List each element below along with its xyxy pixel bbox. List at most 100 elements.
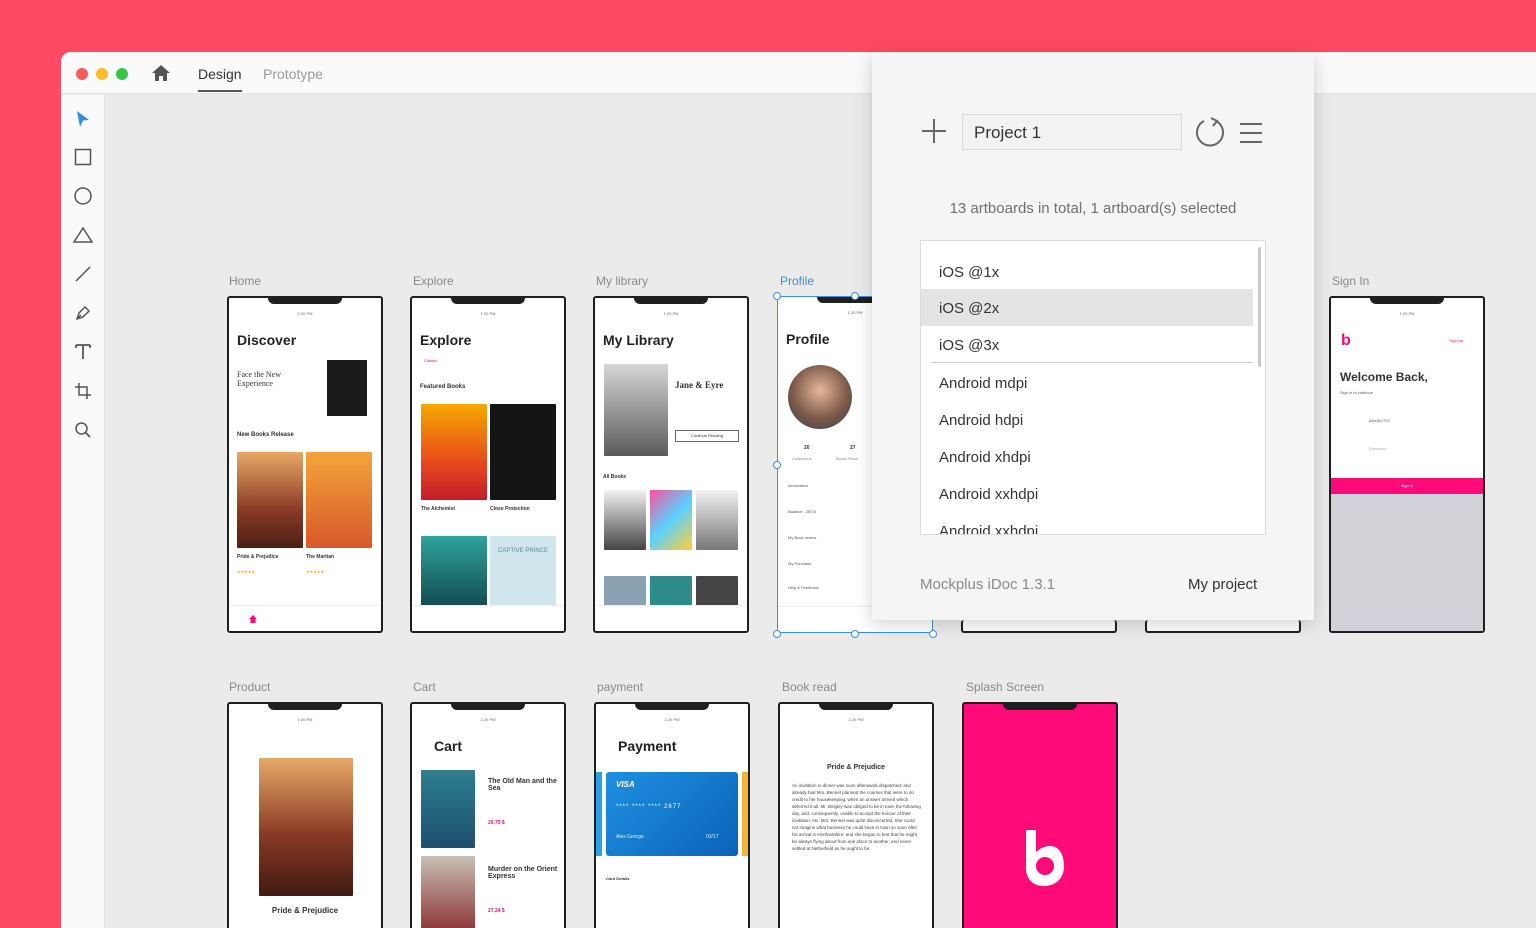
- list-scrollbar[interactable]: [1258, 247, 1261, 367]
- rectangle-icon[interactable]: [72, 146, 94, 168]
- export-option[interactable]: Android xhdpi: [921, 438, 1253, 475]
- featured-title: Jane & Eyre: [675, 380, 724, 390]
- artboard-home[interactable]: 1:20 PM Discover Face the New Experience…: [227, 296, 383, 633]
- title-bar: Design Prototype: [61, 52, 1536, 94]
- export-option[interactable]: iOS @1x: [921, 253, 1253, 290]
- resize-handle[interactable]: [929, 630, 937, 638]
- artboard-label-product[interactable]: Product: [229, 680, 270, 694]
- my-project-link[interactable]: My project: [1188, 576, 1257, 593]
- book-cover[interactable]: [650, 576, 692, 606]
- device-notch: [1370, 298, 1444, 304]
- menu-icon[interactable]: [1238, 120, 1264, 146]
- profile-menu-item[interactable]: Information: [788, 483, 808, 488]
- book-cover[interactable]: CAPTIVE PRINCE: [490, 536, 556, 606]
- export-option-list[interactable]: iOS @1x iOS @2x iOS @3x Android mdpi And…: [920, 240, 1266, 535]
- resize-handle[interactable]: [773, 461, 781, 469]
- export-option[interactable]: Android xxhdpi: [921, 475, 1253, 512]
- export-option[interactable]: Android mdpi: [921, 364, 1253, 401]
- project-name-field[interactable]: Project 1: [962, 114, 1182, 150]
- tab-bar: [229, 605, 381, 631]
- maximize-window-button[interactable]: [116, 68, 128, 80]
- profile-menu-item[interactable]: My Book review: [788, 535, 816, 540]
- splash-logo: [1026, 830, 1064, 886]
- artboard-book-read[interactable]: 1:20 PM Pride & Prejudice An invitation …: [778, 702, 934, 928]
- plus-icon[interactable]: [921, 118, 947, 144]
- ellipse-icon[interactable]: [72, 185, 94, 207]
- resize-handle[interactable]: [851, 292, 859, 300]
- artboard-label-my-library[interactable]: My library: [596, 274, 648, 288]
- cart-item-title: The Old Man and the Sea: [488, 778, 557, 792]
- artboard-label-explore[interactable]: Explore: [413, 274, 454, 288]
- artboard-label-sign-in[interactable]: Sign In: [1332, 274, 1369, 288]
- resize-handle[interactable]: [773, 630, 781, 638]
- artboard-label-cart[interactable]: Cart: [413, 680, 436, 694]
- username-field[interactable]: Alex@1723: [1369, 418, 1390, 423]
- resize-handle[interactable]: [851, 630, 859, 638]
- artboard-my-library[interactable]: 1:20 PM My Library Jane & Eyre Continue …: [593, 296, 749, 633]
- device-notch: [1003, 704, 1077, 710]
- artboard-label-profile[interactable]: Profile: [780, 274, 814, 288]
- artboard-hidden[interactable]: [1145, 620, 1301, 633]
- artboard-cart[interactable]: 1:20 PM Cart The Old Man and the Sea 20,…: [410, 702, 566, 928]
- category-tab[interactable]: Classic: [424, 358, 437, 363]
- book-cover[interactable]: [490, 404, 556, 500]
- artboard-label-payment[interactable]: payment: [597, 680, 643, 694]
- password-field[interactable]: Password: [1369, 446, 1387, 451]
- resize-handle[interactable]: [773, 292, 781, 300]
- minimize-window-button[interactable]: [96, 68, 108, 80]
- tab-prototype[interactable]: Prototype: [263, 66, 323, 82]
- artboard-label-book-read[interactable]: Book read: [782, 680, 837, 694]
- artboard-label-home[interactable]: Home: [229, 274, 261, 288]
- profile-menu-item[interactable]: Help & Feedback: [788, 585, 819, 590]
- screen-title: Cart: [434, 738, 463, 754]
- export-option[interactable]: Android hdpi: [921, 401, 1253, 438]
- book-title: Close Protection: [490, 506, 530, 512]
- book-cover[interactable]: [421, 536, 487, 606]
- artboard-payment[interactable]: 1:20 PM Payment VISA **** **** **** 2677…: [594, 702, 750, 928]
- book-cover[interactable]: [306, 452, 372, 548]
- text-icon[interactable]: [72, 341, 94, 363]
- card-edge: [596, 772, 602, 856]
- credit-card[interactable]: VISA **** **** **** 2677 Alex George 03/…: [606, 772, 738, 856]
- tab-design[interactable]: Design: [198, 66, 242, 92]
- artboard-sign-in[interactable]: 1:20 PM b Sign Up Welcome Back, Sign in …: [1329, 296, 1485, 633]
- book-cover[interactable]: [604, 490, 646, 550]
- book-cover[interactable]: [696, 576, 738, 606]
- tab-bar: [412, 605, 564, 631]
- artboard-icon[interactable]: [72, 380, 94, 402]
- continue-reading-button[interactable]: Continue Reading: [675, 430, 739, 442]
- book-cover[interactable]: [421, 404, 487, 500]
- artboard-hidden[interactable]: [961, 620, 1117, 633]
- book-cover[interactable]: [604, 576, 646, 606]
- pen-icon[interactable]: [72, 302, 94, 324]
- sign-in-button[interactable]: Sign In: [1331, 478, 1483, 494]
- keyboard[interactable]: [1331, 494, 1483, 631]
- refresh-icon[interactable]: [1194, 116, 1226, 148]
- profile-menu-item[interactable]: My Purchase: [788, 561, 811, 566]
- export-option-selected[interactable]: iOS @2x: [921, 289, 1253, 326]
- line-icon[interactable]: [72, 263, 94, 285]
- export-option[interactable]: Android xxhdpi: [921, 512, 1253, 534]
- book-cover[interactable]: [604, 364, 668, 456]
- promo-image: [327, 360, 367, 416]
- close-window-button[interactable]: [76, 68, 88, 80]
- artboard-label-splash-screen[interactable]: Splash Screen: [966, 680, 1044, 694]
- book-cover[interactable]: [237, 452, 303, 548]
- home-icon[interactable]: [151, 63, 171, 83]
- sign-up-link[interactable]: Sign Up: [1449, 338, 1463, 343]
- artboard-splash-screen[interactable]: [962, 702, 1118, 928]
- artboard-explore[interactable]: 1:20 PM Explore Classic Featured Books T…: [410, 296, 566, 633]
- export-option[interactable]: iOS @3x: [921, 326, 1253, 363]
- status-clock: 1:20 PM: [480, 717, 496, 722]
- triangle-icon[interactable]: [72, 224, 94, 246]
- zoom-icon[interactable]: [72, 419, 94, 441]
- profile-menu-item[interactable]: Balance : 250 $: [788, 509, 816, 514]
- book-cover[interactable]: [696, 490, 738, 550]
- product-title: Pride & Prejudice: [271, 906, 339, 915]
- reader-text: An invitation to dinner was soon afterwa…: [792, 783, 921, 851]
- select-arrow-icon[interactable]: [72, 108, 94, 130]
- home-icon[interactable]: [249, 615, 257, 623]
- artboard-product[interactable]: 1:20 PM Pride & Prejudice: [227, 702, 383, 928]
- book-cover[interactable]: [650, 490, 692, 550]
- cart-item-price: 27,24 $: [488, 908, 505, 914]
